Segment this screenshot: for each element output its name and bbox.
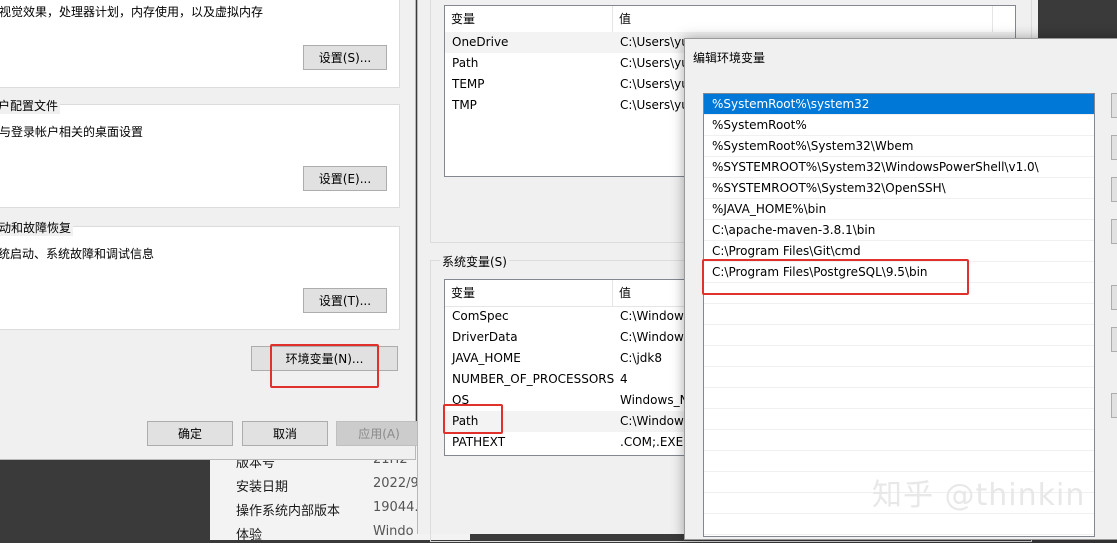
- list-item-empty[interactable]: [704, 304, 1094, 325]
- cancel-button[interactable]: 取消: [242, 421, 328, 446]
- startup-recovery-group: 系统启动、系统故障和调试信息 设置(T)...: [0, 226, 400, 330]
- var-value: C:\Window: [620, 330, 684, 344]
- browse-button[interactable]: [1111, 177, 1117, 202]
- var-value: C:\Users\yu: [620, 98, 689, 112]
- dialog-title: 编辑环境变量: [693, 51, 766, 65]
- list-item[interactable]: %SystemRoot%\system32: [704, 94, 1094, 115]
- list-item[interactable]: C:\apache-maven-3.8.1\bin: [704, 220, 1094, 241]
- list-item-empty[interactable]: [704, 451, 1094, 472]
- var-value: C:\Windows: [620, 309, 691, 323]
- edit-environment-variable-dialog: 编辑环境变量 %SystemRoot%\system32 %SystemRoot…: [684, 38, 1117, 540]
- about-label-os-build: 操作系统内部版本: [236, 504, 341, 519]
- system-variables-label: 系统变量(S): [440, 253, 509, 270]
- list-item-empty[interactable]: [704, 388, 1094, 409]
- performance-group: 视觉效果，处理器计划，内存使用，以及虚拟内存 设置(S)...: [0, 0, 400, 88]
- list-item[interactable]: %SYSTEMROOT%\System32\WindowsPowerShell\…: [704, 157, 1094, 178]
- var-value: C:\Users\yu: [620, 35, 689, 49]
- list-item-empty[interactable]: [704, 346, 1094, 367]
- move-up-button[interactable]: [1111, 285, 1117, 310]
- list-item-empty[interactable]: [704, 514, 1094, 535]
- watermark: 知乎 @thinkin: [872, 478, 1086, 513]
- performance-settings-button[interactable]: 设置(S)...: [303, 45, 387, 70]
- column-header-name[interactable]: 变量: [445, 280, 613, 306]
- about-value-os-build: 19044.: [373, 500, 419, 515]
- startup-recovery-settings-button[interactable]: 设置(T)...: [303, 288, 387, 313]
- var-value: 4: [620, 372, 628, 386]
- var-value: C:\jdk8: [620, 351, 662, 365]
- user-profiles-group: 与登录帐户相关的桌面设置 设置(E)...: [0, 104, 400, 208]
- startup-recovery-desc: 系统启动、系统故障和调试信息: [0, 247, 155, 261]
- about-label-install-date: 安装日期: [236, 480, 289, 495]
- edit-text-button[interactable]: [1111, 393, 1117, 418]
- move-down-button[interactable]: [1111, 327, 1117, 352]
- var-name: TEMP: [452, 77, 485, 91]
- new-button[interactable]: [1111, 93, 1117, 118]
- list-item-empty[interactable]: [704, 325, 1094, 346]
- list-item-empty[interactable]: [704, 430, 1094, 451]
- user-profiles-title: 用户配置文件: [0, 97, 61, 114]
- var-value: C:\Window: [620, 414, 684, 428]
- highlight-path-row: [443, 404, 503, 434]
- var-name: TMP: [452, 98, 477, 112]
- about-value-install-date: 2022/9/: [373, 476, 424, 491]
- var-name: PATHEXT: [452, 435, 506, 449]
- var-value: C:\Users\yu: [620, 77, 689, 91]
- var-value: .COM;.EXE;: [620, 435, 688, 449]
- apply-button[interactable]: 应用(A): [336, 421, 422, 446]
- var-name: OneDrive: [452, 35, 509, 49]
- performance-desc: 视觉效果，处理器计划，内存使用，以及虚拟内存: [0, 5, 264, 19]
- column-header-name[interactable]: 变量: [445, 6, 613, 32]
- highlight-postgresql-entry: [702, 259, 969, 295]
- list-item[interactable]: %SystemRoot%: [704, 115, 1094, 136]
- highlight-env-button: [270, 344, 379, 388]
- var-name: JAVA_HOME: [452, 351, 521, 365]
- startup-recovery-title: 启动和故障恢复: [0, 219, 74, 236]
- edit-button[interactable]: [1111, 135, 1117, 160]
- var-value: Windows_N: [620, 393, 689, 407]
- var-name: ComSpec: [452, 309, 509, 323]
- var-name: NUMBER_OF_PROCESSORS: [452, 372, 615, 386]
- var-name: Path: [452, 56, 479, 70]
- user-profiles-desc: 与登录帐户相关的桌面设置: [0, 125, 144, 139]
- user-profiles-settings-button[interactable]: 设置(E)...: [303, 166, 387, 191]
- list-item[interactable]: %SYSTEMROOT%\System32\OpenSSH\: [704, 178, 1094, 199]
- list-item-empty[interactable]: [704, 409, 1094, 430]
- ok-button[interactable]: 确定: [147, 421, 233, 446]
- delete-button[interactable]: [1111, 219, 1117, 244]
- column-header-value[interactable]: 值: [613, 6, 993, 32]
- var-name: DriverData: [452, 330, 518, 344]
- list-item-empty[interactable]: [704, 367, 1094, 388]
- var-value: C:\Users\yu: [620, 56, 689, 70]
- user-variables-header: 变量 值: [445, 6, 1015, 33]
- list-item[interactable]: %SystemRoot%\System32\Wbem: [704, 136, 1094, 157]
- system-properties-window: 视觉效果，处理器计划，内存使用，以及虚拟内存 设置(S)... 与登录帐户相关的…: [0, 0, 422, 460]
- list-item[interactable]: %JAVA_HOME%\bin: [704, 199, 1094, 220]
- about-value-experience: Windo: [373, 524, 414, 539]
